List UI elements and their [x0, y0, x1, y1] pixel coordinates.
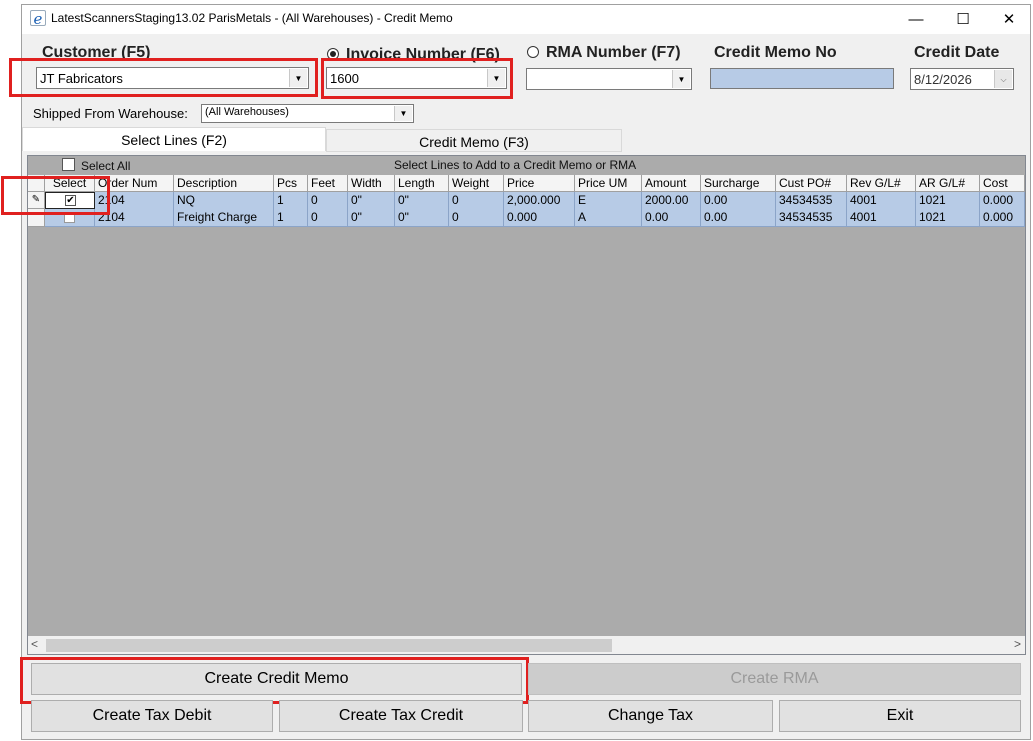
- cell-surcharge[interactable]: 0.00: [701, 192, 776, 210]
- close-icon[interactable]: ✕: [986, 5, 1032, 34]
- change-tax-button[interactable]: Change Tax: [528, 700, 773, 732]
- cell-width[interactable]: 0": [348, 209, 395, 227]
- cell-cust-po[interactable]: 34534535: [776, 192, 847, 210]
- cell-pcs[interactable]: 1: [274, 209, 308, 227]
- maximize-icon[interactable]: ☐: [940, 5, 986, 34]
- create-tax-debit-button[interactable]: Create Tax Debit: [31, 700, 273, 732]
- col-pcs[interactable]: Pcs: [274, 175, 308, 192]
- col-rev-gl[interactable]: Rev G/L#: [847, 175, 916, 192]
- scroll-left-icon[interactable]: <: [31, 637, 38, 651]
- cell-price-um[interactable]: E: [575, 192, 642, 210]
- col-description[interactable]: Description: [174, 175, 274, 192]
- col-ar-gl[interactable]: AR G/L#: [916, 175, 980, 192]
- warehouse-combo[interactable]: (All Warehouses) ▼: [201, 104, 414, 123]
- lines-grid: [27, 155, 1026, 655]
- col-cust-po[interactable]: Cust PO#: [776, 175, 847, 192]
- select-all-label: Select All: [81, 159, 131, 173]
- cell-pcs[interactable]: 1: [274, 192, 308, 210]
- calendar-dropdown-icon[interactable]: ⌵: [994, 70, 1012, 88]
- credit-date-label: Credit Date: [914, 44, 1000, 61]
- cell-price[interactable]: 0.000: [504, 209, 575, 227]
- cell-ar-gl[interactable]: 1021: [916, 209, 980, 227]
- highlight-select-checkbox: [1, 176, 110, 215]
- app-icon: e: [30, 10, 46, 27]
- window-title: LatestScannersStaging13.02 ParisMetals -…: [51, 11, 453, 25]
- cell-cust-po[interactable]: 34534535: [776, 209, 847, 227]
- col-weight[interactable]: Weight: [449, 175, 504, 192]
- cell-surcharge[interactable]: 0.00: [701, 209, 776, 227]
- warehouse-value: (All Warehouses): [205, 106, 289, 118]
- col-length[interactable]: Length: [395, 175, 449, 192]
- highlight-create-credit-memo: [20, 657, 529, 704]
- rma-label: RMA Number (F7): [546, 44, 681, 61]
- col-price-um[interactable]: Price UM: [575, 175, 642, 192]
- cell-cost[interactable]: 0.000: [980, 192, 1025, 210]
- cell-width[interactable]: 0": [348, 192, 395, 210]
- select-all-checkbox[interactable]: [62, 158, 75, 171]
- tab-select-lines[interactable]: Select Lines (F2): [22, 127, 326, 151]
- tab-credit-memo[interactable]: Credit Memo (F3): [326, 129, 622, 152]
- cell-price[interactable]: 2,000.000: [504, 192, 575, 210]
- col-width[interactable]: Width: [348, 175, 395, 192]
- rma-combo[interactable]: ▼: [526, 68, 692, 90]
- cell-feet[interactable]: 0: [308, 192, 348, 210]
- warehouse-label: Shipped From Warehouse:: [33, 106, 188, 121]
- cell-weight[interactable]: 0: [449, 192, 504, 210]
- cell-description[interactable]: Freight Charge: [174, 209, 274, 227]
- minimize-icon[interactable]: —: [893, 5, 939, 34]
- grid-caption: Select Lines to Add to a Credit Memo or …: [394, 158, 637, 172]
- cell-rev-gl[interactable]: 4001: [847, 192, 916, 210]
- cell-amount[interactable]: 2000.00: [642, 192, 701, 210]
- col-surcharge[interactable]: Surcharge: [701, 175, 776, 192]
- exit-button[interactable]: Exit: [779, 700, 1021, 732]
- cell-rev-gl[interactable]: 4001: [847, 209, 916, 227]
- highlight-customer: [9, 58, 318, 97]
- highlight-invoice: [321, 58, 513, 99]
- rma-radio[interactable]: [527, 46, 539, 58]
- chevron-down-icon[interactable]: ▼: [394, 106, 412, 121]
- create-rma-button[interactable]: Create RMA: [528, 663, 1021, 695]
- col-amount[interactable]: Amount: [642, 175, 701, 192]
- cell-description[interactable]: NQ: [174, 192, 274, 210]
- credit-date-value: 8/12/2026: [914, 72, 972, 87]
- cell-feet[interactable]: 0: [308, 209, 348, 227]
- cell-ar-gl[interactable]: 1021: [916, 192, 980, 210]
- scrollbar-thumb[interactable]: [46, 639, 612, 652]
- cell-length[interactable]: 0": [395, 192, 449, 210]
- cell-weight[interactable]: 0: [449, 209, 504, 227]
- credit-memo-no-field: [710, 68, 894, 89]
- cell-price-um[interactable]: A: [575, 209, 642, 227]
- credit-date-picker[interactable]: 8/12/2026 ⌵: [910, 68, 1014, 90]
- cell-amount[interactable]: 0.00: [642, 209, 701, 227]
- cell-cost[interactable]: 0.000: [980, 209, 1025, 227]
- col-price[interactable]: Price: [504, 175, 575, 192]
- credit-memo-no-label: Credit Memo No: [714, 44, 837, 61]
- chevron-down-icon[interactable]: ▼: [672, 70, 690, 88]
- cell-length[interactable]: 0": [395, 209, 449, 227]
- scroll-right-icon[interactable]: >: [1014, 637, 1021, 651]
- create-tax-credit-button[interactable]: Create Tax Credit: [279, 700, 523, 732]
- col-cost[interactable]: Cost: [980, 175, 1025, 192]
- col-feet[interactable]: Feet: [308, 175, 348, 192]
